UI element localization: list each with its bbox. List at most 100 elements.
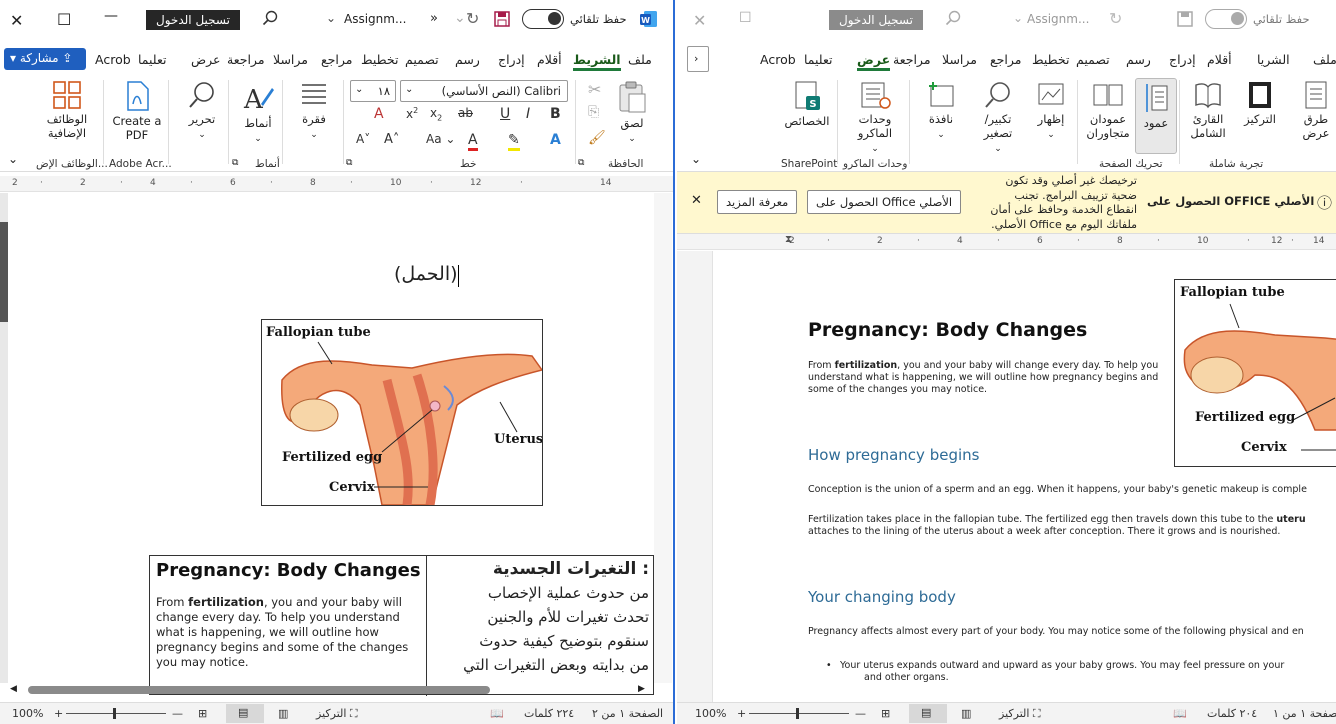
- scroll-tabs-button[interactable]: ›: [687, 46, 709, 72]
- scroll-right-icon[interactable]: ▶: [638, 684, 645, 694]
- left-document-page[interactable]: (الحمل) Fallopian tube Fertilized egg Ut…: [30, 193, 654, 696]
- close-icon[interactable]: ✕: [693, 11, 706, 30]
- text-effects-icon[interactable]: A: [550, 132, 561, 148]
- file-name[interactable]: Assignm...: [1027, 12, 1089, 26]
- zoom-in-icon[interactable]: +: [54, 707, 63, 720]
- dialog-launcher-icon[interactable]: ⧉: [346, 158, 352, 168]
- shrink-font-icon[interactable]: A˅: [356, 132, 370, 146]
- search-icon[interactable]: [945, 10, 961, 30]
- tab-layout[interactable]: تخطيط: [361, 52, 398, 67]
- uterus-diagram-right[interactable]: Fallopian tube Fertilized egg Cervix: [1174, 279, 1336, 467]
- zoom-slider-thumb[interactable]: [113, 708, 116, 719]
- page-number[interactable]: الصفحة ١ من ٢: [592, 707, 663, 720]
- paragraph-button[interactable]: فقرة ⌄: [292, 80, 336, 142]
- subscript-button[interactable]: x2: [430, 106, 442, 122]
- change-case-icon[interactable]: Aa ⌄: [426, 132, 455, 146]
- tab-file[interactable]: ملف: [628, 52, 652, 67]
- indent-marker-icon[interactable]: ⧗: [785, 234, 792, 245]
- views-button[interactable]: طرق عرض: [1295, 80, 1336, 140]
- underline-button[interactable]: U: [500, 106, 510, 122]
- tab-insert[interactable]: إدراج: [498, 52, 525, 67]
- word-count[interactable]: ٢٠٤ كلمات: [1207, 707, 1257, 720]
- show-button[interactable]: إظهار ⌄: [1029, 80, 1073, 142]
- tab-acrobat[interactable]: Acrob: [760, 52, 796, 67]
- focus-mode-button[interactable]: التركيز ⛶: [316, 707, 358, 721]
- tab-insert[interactable]: إدراج: [1169, 52, 1196, 67]
- vertical-scroll-thumb[interactable]: [0, 222, 8, 322]
- tab-home[interactable]: الشريا: [1257, 52, 1290, 67]
- bilingual-table[interactable]: Pregnancy: Body Changes From fertilizati…: [149, 555, 655, 696]
- tab-draw-pens[interactable]: أقلام: [1207, 52, 1232, 67]
- format-painter-icon[interactable]: 🖌: [588, 130, 606, 146]
- paste-button[interactable]: لصق ⌄: [612, 80, 652, 146]
- page-number[interactable]: الصفحة ١ من ١: [1273, 707, 1336, 720]
- tab-review[interactable]: مراجعة: [227, 52, 265, 67]
- chevron-down-icon[interactable]: ⌄: [1013, 11, 1023, 25]
- learn-more-button[interactable]: معرفة المزيد: [717, 190, 798, 214]
- font-color-icon[interactable]: A: [468, 132, 478, 151]
- zoom-button[interactable]: تكبير/ تصغير ⌄: [973, 80, 1023, 156]
- zoom-in-icon[interactable]: +: [737, 707, 746, 720]
- restore-icon[interactable]: ☐: [739, 10, 752, 26]
- print-layout-button[interactable]: ▤: [226, 704, 264, 723]
- macros-button[interactable]: وحدات الماكرو ⌄: [845, 80, 905, 156]
- dialog-launcher-icon[interactable]: ⧉: [578, 158, 584, 168]
- proofing-icon[interactable]: 📖: [1173, 707, 1187, 720]
- web-layout-icon[interactable]: ⊞: [198, 707, 207, 720]
- tab-mailings[interactable]: مراسلا: [273, 52, 308, 67]
- focus-button[interactable]: التركيز: [1237, 80, 1283, 126]
- copy-icon[interactable]: ⎘: [588, 104, 599, 120]
- editing-button[interactable]: تحرير ⌄: [180, 80, 224, 142]
- redo-icon[interactable]: ↻: [1109, 9, 1122, 28]
- minimize-icon[interactable]: —: [104, 8, 118, 24]
- sign-in-button[interactable]: تسجيل الدخول: [146, 10, 240, 30]
- tab-home[interactable]: الشريط: [573, 52, 621, 71]
- tab-mailings[interactable]: مراسلا: [942, 52, 977, 67]
- addins-button[interactable]: الوظائف الإضافية: [38, 80, 96, 140]
- properties-button[interactable]: S الخصائص: [781, 80, 833, 128]
- tab-design[interactable]: تصميم: [1076, 52, 1110, 67]
- styles-button[interactable]: A أنماط ⌄: [236, 80, 280, 146]
- tab-help[interactable]: تعليما: [138, 52, 166, 67]
- right-document-page[interactable]: Pregnancy: Body Changes From fertilizati…: [714, 251, 1336, 702]
- close-icon[interactable]: ✕: [691, 193, 702, 208]
- restore-icon[interactable]: ☐: [57, 10, 71, 29]
- superscript-button[interactable]: x2: [406, 106, 418, 121]
- file-name[interactable]: Assignm...: [344, 12, 406, 26]
- redo-icon[interactable]: ↻: [466, 9, 479, 28]
- tab-design[interactable]: تصميم: [405, 52, 439, 67]
- zoom-out-icon[interactable]: —: [172, 707, 183, 720]
- tab-draw[interactable]: رسم: [455, 52, 480, 67]
- horizontal-scroll-thumb[interactable]: [28, 686, 490, 694]
- word-count[interactable]: ٢٢٤ كلمات: [524, 707, 574, 720]
- zoom-level[interactable]: 100%: [12, 707, 43, 720]
- share-button[interactable]: ▾ مشاركة ⇪: [4, 48, 86, 70]
- sign-in-button[interactable]: تسجيل الدخول: [829, 10, 923, 30]
- table-cell-arabic[interactable]: : التغيرات الجسدية من حدوث عملية الإخصاب…: [428, 556, 655, 696]
- save-icon[interactable]: [494, 11, 510, 31]
- tab-layout[interactable]: تخطيط: [1032, 52, 1069, 67]
- uterus-diagram[interactable]: Fallopian tube Fertilized egg Uterus Cer…: [261, 319, 543, 506]
- create-pdf-button[interactable]: Create a PDF: [108, 80, 166, 142]
- strikethrough-button[interactable]: ab: [458, 106, 473, 120]
- zoom-level[interactable]: 100%: [695, 707, 726, 720]
- tab-view[interactable]: عرض: [857, 52, 891, 71]
- bold-button[interactable]: B: [550, 106, 561, 122]
- read-mode-icon[interactable]: ▥: [961, 707, 971, 720]
- font-size-combo[interactable]: ⌄ ١٨: [350, 80, 396, 102]
- collapse-ribbon-icon[interactable]: ⌄: [8, 152, 18, 166]
- zoom-out-icon[interactable]: —: [855, 707, 866, 720]
- more-commands-icon[interactable]: »: [430, 11, 438, 26]
- print-layout-button[interactable]: ▤: [909, 704, 947, 723]
- grow-font-icon[interactable]: A˄: [384, 132, 399, 147]
- tab-draw-pens[interactable]: أقلام: [537, 52, 562, 67]
- tab-review[interactable]: مراجعة: [893, 52, 931, 67]
- tab-help[interactable]: تعليما: [804, 52, 832, 67]
- web-layout-icon[interactable]: ⊞: [881, 707, 890, 720]
- autosave-toggle[interactable]: [1205, 9, 1247, 29]
- column-button[interactable]: عمود: [1135, 78, 1177, 154]
- proofing-icon[interactable]: 📖: [490, 707, 504, 720]
- table-cell-english[interactable]: Pregnancy: Body Changes From fertilizati…: [150, 556, 427, 696]
- tab-references[interactable]: مراجع: [990, 52, 1021, 67]
- close-icon[interactable]: ✕: [10, 11, 23, 30]
